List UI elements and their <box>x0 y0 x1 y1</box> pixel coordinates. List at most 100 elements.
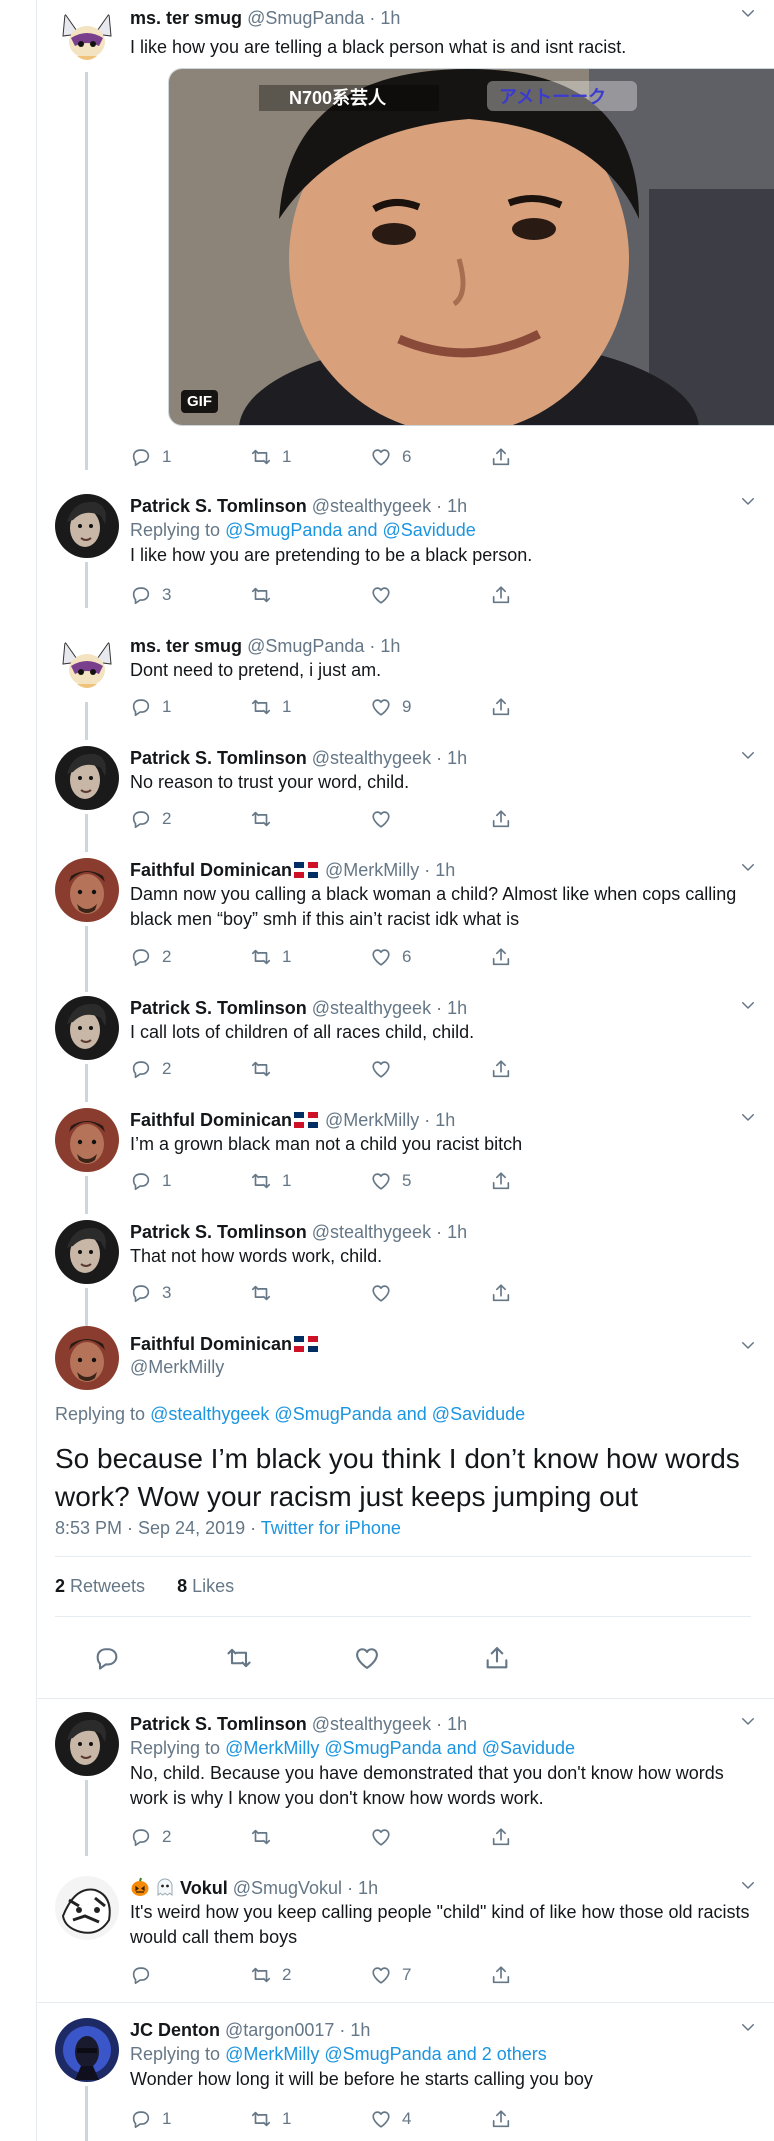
handle[interactable]: @SmugVokul <box>233 1878 342 1898</box>
handle[interactable]: @stealthygeek <box>312 1714 431 1734</box>
like-button[interactable]: 7 <box>370 1964 411 1986</box>
retweet-button[interactable]: 1 <box>250 2108 291 2130</box>
reply-button[interactable]: 2 <box>130 1826 171 1848</box>
retweet-icon[interactable] <box>225 1644 253 1672</box>
reply-button[interactable]: 1 <box>130 1170 171 1192</box>
reply-button[interactable]: 1 <box>130 446 171 468</box>
timestamp[interactable]: · 1h <box>347 1878 378 1898</box>
like-button[interactable] <box>370 808 402 830</box>
share-button[interactable] <box>490 1170 512 1192</box>
tweet[interactable]: JC Denton @targon0017 · 1h Replying to @… <box>37 2014 774 2141</box>
share-button[interactable] <box>490 1964 512 1986</box>
reply-button[interactable] <box>130 1964 162 1986</box>
like-button[interactable]: 6 <box>370 946 411 968</box>
handle[interactable]: @stealthygeek <box>312 496 431 516</box>
retweet-button[interactable]: 1 <box>250 1170 291 1192</box>
retweet-button[interactable]: 2 <box>250 1964 291 1986</box>
share-icon[interactable] <box>483 1644 511 1672</box>
reply-button[interactable]: 2 <box>130 946 171 968</box>
timestamp[interactable]: · 1h <box>339 2020 370 2040</box>
retweet-button[interactable] <box>250 1826 282 1848</box>
chevron-down-icon[interactable] <box>739 746 757 764</box>
tweet[interactable]: Patrick S. Tomlinson @stealthygeek · 1h … <box>37 992 774 1102</box>
display-name[interactable]: Faithful Dominican <box>130 1110 292 1130</box>
reply-button[interactable]: 2 <box>130 808 171 830</box>
display-name[interactable]: Patrick S. Tomlinson <box>130 1222 307 1242</box>
retweet-button[interactable] <box>250 584 282 606</box>
retweet-button[interactable]: 1 <box>250 446 291 468</box>
handle[interactable]: @SmugPanda <box>247 636 364 656</box>
handle[interactable]: @stealthygeek <box>312 1222 431 1242</box>
like-button[interactable]: 6 <box>370 446 411 468</box>
avatar[interactable] <box>55 1220 119 1284</box>
tweet[interactable]: ms. ter smug @SmugPanda · 1h I like how … <box>37 0 774 470</box>
handle[interactable]: @stealthygeek <box>312 998 431 1018</box>
display-name[interactable]: Faithful Dominican <box>130 860 292 880</box>
reply-button[interactable]: 3 <box>130 1282 171 1304</box>
handle[interactable]: @MerkMilly <box>325 1110 419 1130</box>
mention-link[interactable]: @MerkMilly @SmugPanda and @Savidude <box>225 1738 575 1758</box>
reply-button[interactable]: 3 <box>130 584 171 606</box>
retweet-button[interactable] <box>250 1282 282 1304</box>
like-button[interactable] <box>370 1826 402 1848</box>
chevron-down-icon[interactable] <box>739 492 757 510</box>
like-button[interactable] <box>370 584 402 606</box>
share-button[interactable] <box>490 446 512 468</box>
timestamp[interactable]: · 1h <box>436 1222 467 1242</box>
chevron-down-icon[interactable] <box>739 858 757 876</box>
tweet[interactable]: Patrick S. Tomlinson @stealthygeek · 1h … <box>37 1708 774 1856</box>
share-button[interactable] <box>490 696 512 718</box>
display-name[interactable]: Faithful Dominican <box>130 1334 292 1354</box>
avatar[interactable] <box>55 1712 119 1776</box>
tweet[interactable]: Patrick S. Tomlinson @stealthygeek · 1h … <box>37 1216 774 1326</box>
display-name[interactable]: ms. ter smug <box>130 636 242 656</box>
tweet-datetime[interactable]: 8:53 PM · Sep 24, 2019 · <box>55 1518 261 1538</box>
avatar[interactable] <box>55 858 119 922</box>
avatar[interactable] <box>55 1876 119 1940</box>
likes-stat[interactable]: 8 Likes <box>177 1576 234 1596</box>
timestamp[interactable]: · 1h <box>436 1714 467 1734</box>
chevron-down-icon[interactable] <box>739 2018 757 2036</box>
handle[interactable]: @targon0017 <box>225 2020 334 2040</box>
tweet[interactable]: Faithful Dominican @MerkMilly · 1h Damn … <box>37 854 774 992</box>
reply-button[interactable]: 1 <box>130 2108 171 2130</box>
chevron-down-icon[interactable] <box>739 1108 757 1126</box>
avatar[interactable] <box>55 6 119 70</box>
avatar[interactable] <box>55 996 119 1060</box>
retweet-button[interactable]: 1 <box>250 946 291 968</box>
display-name[interactable]: Vokul <box>180 1878 228 1898</box>
share-button[interactable] <box>490 1826 512 1848</box>
tweet[interactable]: Patrick S. Tomlinson @stealthygeek · 1h … <box>37 742 774 852</box>
like-button[interactable] <box>370 1058 402 1080</box>
chevron-down-icon[interactable] <box>739 996 757 1014</box>
tweet[interactable]: Patrick S. Tomlinson @stealthygeek · 1h … <box>37 488 774 608</box>
avatar[interactable] <box>55 494 119 558</box>
display-name[interactable]: JC Denton <box>130 2020 220 2040</box>
mention-link[interactable]: @SmugPanda and @Savidude <box>225 520 476 540</box>
tweet[interactable]: Vokul @SmugVokul · 1h It's weird how you… <box>37 1872 774 1996</box>
share-button[interactable] <box>490 808 512 830</box>
chevron-down-icon[interactable] <box>739 4 757 22</box>
retweet-button[interactable] <box>250 808 282 830</box>
display-name[interactable]: Patrick S. Tomlinson <box>130 496 307 516</box>
chevron-down-icon[interactable] <box>739 1712 757 1730</box>
chevron-down-icon[interactable] <box>739 1876 757 1894</box>
avatar[interactable] <box>55 1326 119 1390</box>
reply-button[interactable]: 2 <box>130 1058 171 1080</box>
mention-link[interactable]: @MerkMilly @SmugPanda and 2 others <box>225 2044 547 2064</box>
display-name[interactable]: Patrick S. Tomlinson <box>130 748 307 768</box>
share-button[interactable] <box>490 584 512 606</box>
timestamp[interactable]: · 1h <box>424 1110 455 1130</box>
like-button[interactable] <box>370 1282 402 1304</box>
display-name[interactable]: ms. ter smug <box>130 8 242 28</box>
handle[interactable]: @stealthygeek <box>312 748 431 768</box>
timestamp[interactable]: · 1h <box>436 748 467 768</box>
display-name[interactable]: Patrick S. Tomlinson <box>130 1714 307 1734</box>
mention-link[interactable]: @stealthygeek @SmugPanda and @Savidude <box>150 1404 525 1424</box>
tweet-source[interactable]: Twitter for iPhone <box>261 1518 401 1538</box>
like-button[interactable]: 5 <box>370 1170 411 1192</box>
timestamp[interactable]: · 1h <box>436 496 467 516</box>
tweet[interactable]: Faithful Dominican @MerkMilly · 1h I’m a… <box>37 1104 774 1214</box>
timestamp[interactable]: · 1h <box>369 8 400 28</box>
like-button[interactable]: 4 <box>370 2108 411 2130</box>
